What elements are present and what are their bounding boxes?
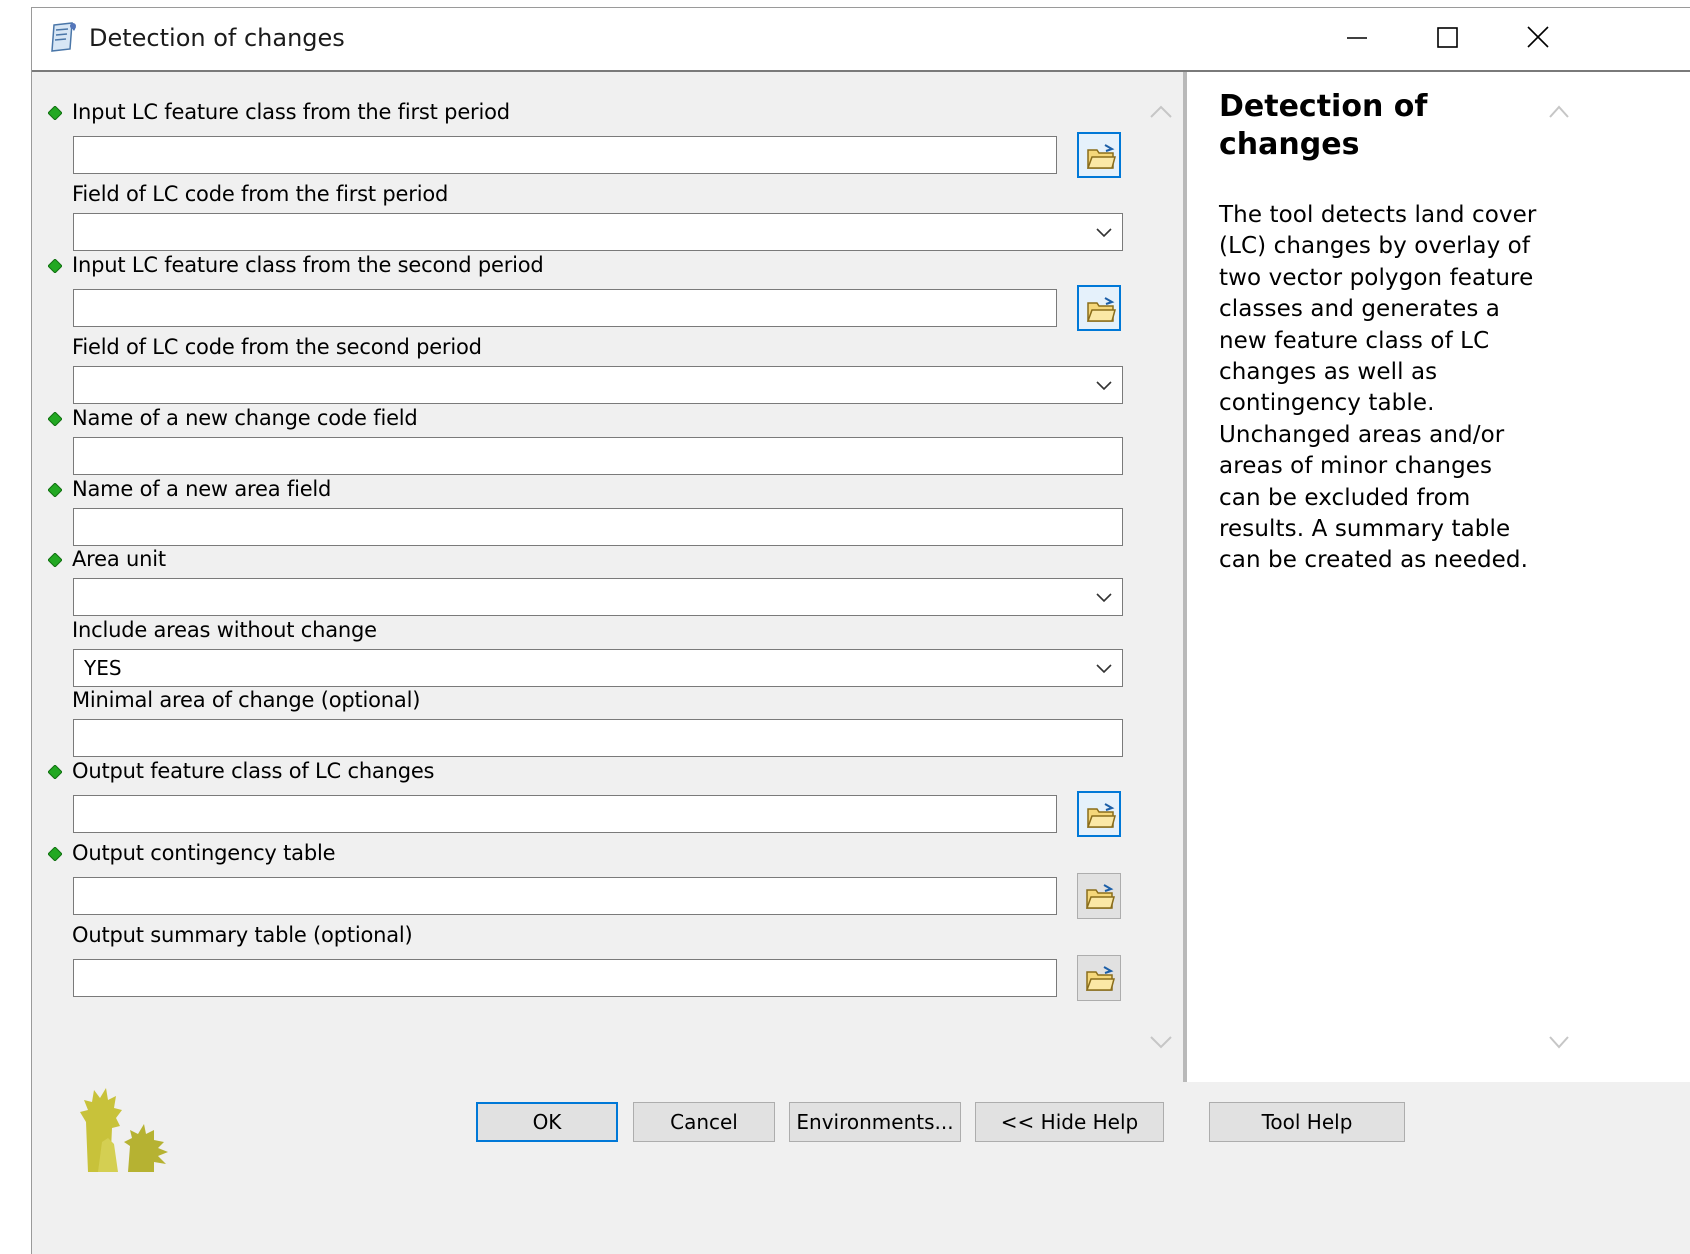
close-icon bbox=[1527, 26, 1549, 48]
parameters-panel: Input LC feature class from the first pe… bbox=[34, 72, 1183, 1082]
browse-summary-button[interactable] bbox=[1077, 955, 1121, 1001]
browse-contingency-button[interactable] bbox=[1077, 873, 1121, 919]
open-folder-icon bbox=[1086, 297, 1116, 322]
minimize-icon bbox=[1347, 37, 1367, 39]
window-title: Detection of changes bbox=[89, 24, 345, 52]
output-feature-class-input[interactable] bbox=[73, 795, 1057, 833]
required-indicator-icon bbox=[48, 106, 62, 120]
area-unit-dropdown[interactable] bbox=[73, 578, 1123, 616]
dropdown-value: YES bbox=[84, 656, 122, 680]
maximize-icon bbox=[1437, 27, 1458, 48]
contingency-table-input[interactable] bbox=[73, 877, 1057, 915]
open-folder-icon bbox=[1085, 884, 1115, 909]
open-folder-icon bbox=[1086, 803, 1116, 828]
param-label-input-second: Input LC feature class from the second p… bbox=[72, 253, 544, 277]
script-tool-icon bbox=[51, 22, 76, 52]
param-label-output-fc: Output feature class of LC changes bbox=[72, 759, 435, 783]
input-second-period-field[interactable] bbox=[73, 289, 1057, 327]
param-label-include-unchanged: Include areas without change bbox=[72, 618, 377, 642]
help-panel: Detection of changes The tool detects la… bbox=[1187, 72, 1690, 1082]
param-label-summary: Output summary table (optional) bbox=[72, 923, 413, 947]
open-folder-icon bbox=[1085, 966, 1115, 991]
hide-help-button[interactable]: << Hide Help bbox=[975, 1102, 1164, 1142]
help-title: Detection of changes bbox=[1219, 89, 1428, 162]
param-label-field-first: Field of LC code from the first period bbox=[72, 182, 449, 206]
input-first-period-field[interactable] bbox=[73, 136, 1057, 174]
param-label-change-code: Name of a new change code field bbox=[72, 406, 418, 430]
scroll-up-icon[interactable] bbox=[1148, 102, 1174, 124]
cancel-button[interactable]: Cancel bbox=[633, 1102, 775, 1142]
summary-table-input[interactable] bbox=[73, 959, 1057, 997]
scroll-up-icon[interactable] bbox=[1547, 102, 1571, 124]
browse-input-second-button[interactable] bbox=[1077, 285, 1121, 331]
required-indicator-icon bbox=[48, 847, 62, 861]
field-first-period-dropdown[interactable] bbox=[73, 213, 1123, 251]
param-label-area-field: Name of a new area field bbox=[72, 477, 332, 501]
tree-logo-icon bbox=[80, 1088, 168, 1172]
include-unchanged-dropdown[interactable]: YES bbox=[73, 649, 1123, 687]
chevron-down-icon bbox=[1096, 381, 1112, 391]
param-label-contingency: Output contingency table bbox=[72, 841, 336, 865]
help-description: The tool detects land cover (LC) changes… bbox=[1219, 202, 1537, 574]
required-indicator-icon bbox=[48, 412, 62, 426]
change-code-field-input[interactable] bbox=[73, 437, 1123, 475]
param-label-area-unit: Area unit bbox=[72, 547, 166, 571]
scroll-down-icon[interactable] bbox=[1148, 1030, 1174, 1052]
minimal-area-input[interactable] bbox=[73, 719, 1123, 757]
environments-button[interactable]: Environments... bbox=[789, 1102, 961, 1142]
title-bar: Detection of changes bbox=[32, 8, 1690, 70]
open-folder-icon bbox=[1086, 144, 1116, 169]
required-indicator-icon bbox=[48, 765, 62, 779]
chevron-down-icon bbox=[1096, 664, 1112, 674]
tool-dialog-window: Detection of changes Input LC feature cl… bbox=[31, 7, 1690, 1254]
area-field-input[interactable] bbox=[73, 508, 1123, 546]
param-label-input-first: Input LC feature class from the first pe… bbox=[72, 100, 510, 124]
chevron-down-icon bbox=[1096, 228, 1112, 238]
chevron-down-icon bbox=[1096, 593, 1112, 603]
browse-input-first-button[interactable] bbox=[1077, 132, 1121, 178]
browse-output-fc-button[interactable] bbox=[1077, 791, 1121, 837]
close-button[interactable] bbox=[1512, 16, 1564, 60]
required-indicator-icon bbox=[48, 553, 62, 567]
required-indicator-icon bbox=[48, 259, 62, 273]
button-bar: OK Cancel Environments... << Hide Help T… bbox=[32, 1082, 1690, 1254]
scroll-down-icon[interactable] bbox=[1547, 1030, 1571, 1052]
required-indicator-icon bbox=[48, 483, 62, 497]
field-second-period-dropdown[interactable] bbox=[73, 366, 1123, 404]
param-label-field-second: Field of LC code from the second period bbox=[72, 335, 482, 359]
ok-button[interactable]: OK bbox=[476, 1102, 618, 1142]
minimize-button[interactable] bbox=[1332, 16, 1384, 60]
param-label-minimal-area: Minimal area of change (optional) bbox=[72, 688, 421, 712]
tool-help-button[interactable]: Tool Help bbox=[1209, 1102, 1405, 1142]
maximize-button[interactable] bbox=[1422, 16, 1474, 60]
